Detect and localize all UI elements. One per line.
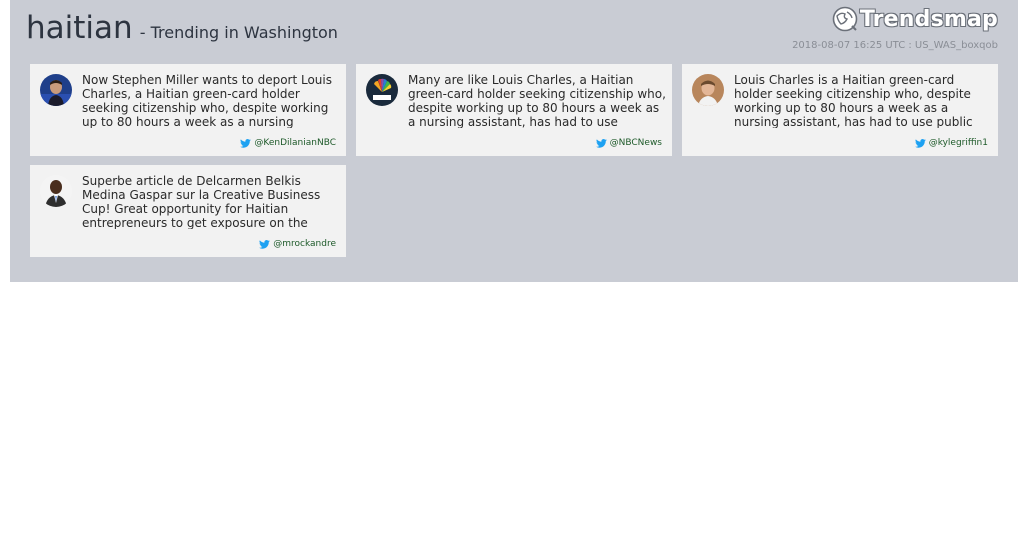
brand-name: Trendsmap — [859, 6, 998, 32]
twitter-bird-icon — [259, 239, 271, 249]
handle-label: @kylegriffin1 — [928, 138, 988, 148]
trend-location: - Trending in Washington — [139, 23, 338, 42]
tweet-card[interactable]: Superbe article de Delcarmen Belkis Medi… — [30, 165, 346, 257]
tweet-handle[interactable]: @NBCNews — [595, 138, 662, 148]
tweet-card[interactable]: Many are like Louis Charles, a Haitian g… — [356, 64, 672, 156]
trendsmap-brand[interactable]: Trendsmap — [832, 6, 998, 32]
tweet-card[interactable]: Louis Charles is a Haitian green-card ho… — [682, 64, 998, 156]
tweet-text: Now Stephen Miller wants to deport Louis… — [82, 73, 332, 128]
trendsmap-logo-icon — [832, 6, 858, 32]
tweet-text: Louis Charles is a Haitian green-card ho… — [734, 73, 973, 128]
avatar[interactable] — [692, 74, 724, 106]
trending-panel: haitian - Trending in Washington Trendsm… — [10, 0, 1018, 282]
page-title: haitian - Trending in Washington — [26, 10, 338, 46]
twitter-bird-icon — [240, 138, 252, 148]
avatar[interactable] — [40, 74, 72, 106]
tweet-text: Many are like Louis Charles, a Haitian g… — [408, 73, 666, 128]
twitter-bird-icon — [595, 138, 607, 148]
handle-label: @KenDilanianNBC — [254, 138, 336, 148]
trend-term[interactable]: haitian — [26, 10, 133, 46]
handle-label: @mrockandre — [273, 239, 336, 249]
tweet-text: Superbe article de Delcarmen Belkis Medi… — [82, 174, 321, 229]
timestamp-meta: 2018-08-07 16:25 UTC : US_WAS_boxqob — [792, 40, 998, 51]
tweet-handle[interactable]: @kylegriffin1 — [914, 138, 988, 148]
tweet-card[interactable]: Now Stephen Miller wants to deport Louis… — [30, 64, 346, 156]
tweet-handle[interactable]: @mrockandre — [259, 239, 336, 249]
avatar[interactable] — [40, 175, 72, 207]
tweet-handle[interactable]: @KenDilanianNBC — [240, 138, 336, 148]
avatar[interactable] — [366, 74, 398, 106]
handle-label: @NBCNews — [609, 138, 662, 148]
twitter-bird-icon — [914, 138, 926, 148]
